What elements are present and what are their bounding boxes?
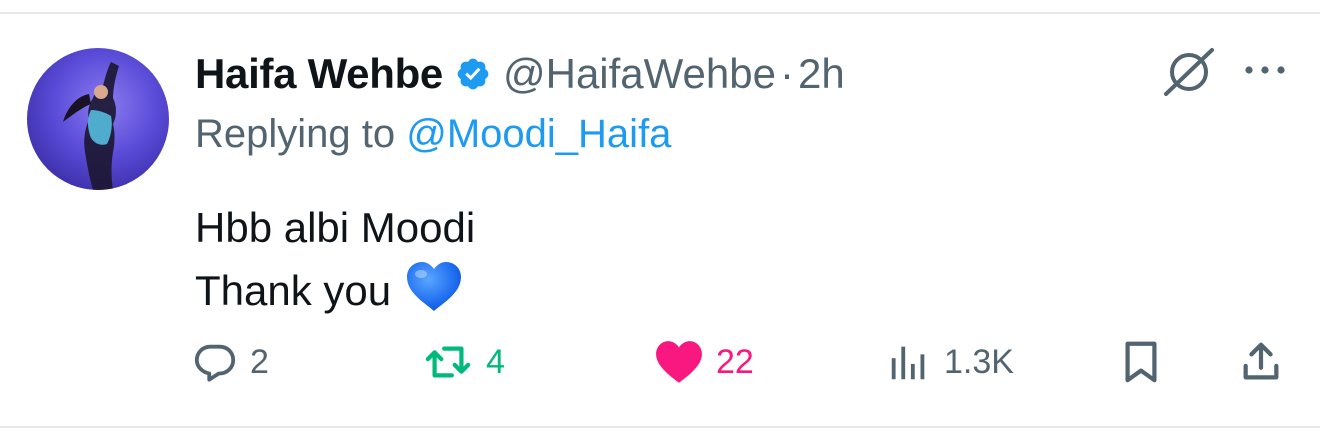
bookmark-icon — [1125, 341, 1157, 383]
blue-heart-emoji-icon — [407, 262, 462, 311]
grok-icon[interactable] — [1160, 46, 1218, 98]
replying-prefix: Replying to — [195, 112, 396, 156]
views-button[interactable]: 1.3K — [886, 334, 1014, 390]
like-icon — [656, 341, 702, 383]
retweet-button[interactable]: 4 — [422, 334, 505, 390]
top-divider — [0, 12, 1320, 14]
tweet-text-line-2: Thank you — [195, 259, 475, 322]
like-button[interactable]: 22 — [654, 334, 754, 390]
more-icon[interactable] — [1240, 58, 1290, 82]
author-name[interactable]: Haifa Wehbe — [195, 50, 443, 98]
tweet-header: Haifa Wehbe @HaifaWehbe · 2h — [195, 44, 845, 104]
share-button[interactable] — [1238, 334, 1284, 390]
bookmark-button[interactable] — [1118, 334, 1164, 390]
avatar[interactable] — [27, 48, 169, 190]
tweet-time[interactable]: 2h — [798, 50, 845, 98]
reply-icon — [194, 344, 236, 382]
author-handle[interactable]: @HaifaWehbe — [503, 50, 776, 98]
share-icon — [1243, 342, 1279, 380]
action-bar: 2 4 22 1.3K — [0, 334, 1320, 390]
verified-badge-icon — [457, 58, 489, 90]
replying-to-line: Replying to @Moodi_Haifa — [195, 112, 671, 157]
like-count: 22 — [716, 342, 754, 381]
retweet-icon — [425, 346, 471, 378]
reply-button[interactable]: 2 — [192, 334, 269, 390]
separator-dot: · — [779, 50, 794, 97]
bottom-divider — [0, 426, 1320, 428]
tweet-text-line-1: Hbb albi Moodi — [195, 204, 476, 251]
retweet-count: 4 — [486, 342, 505, 381]
views-count: 1.3K — [944, 342, 1014, 381]
tweet-text: Hbb albi Moodi Thank you — [195, 196, 475, 322]
views-icon — [891, 346, 925, 380]
reply-count: 2 — [250, 342, 269, 381]
replying-mention-link[interactable]: @Moodi_Haifa — [406, 112, 671, 156]
